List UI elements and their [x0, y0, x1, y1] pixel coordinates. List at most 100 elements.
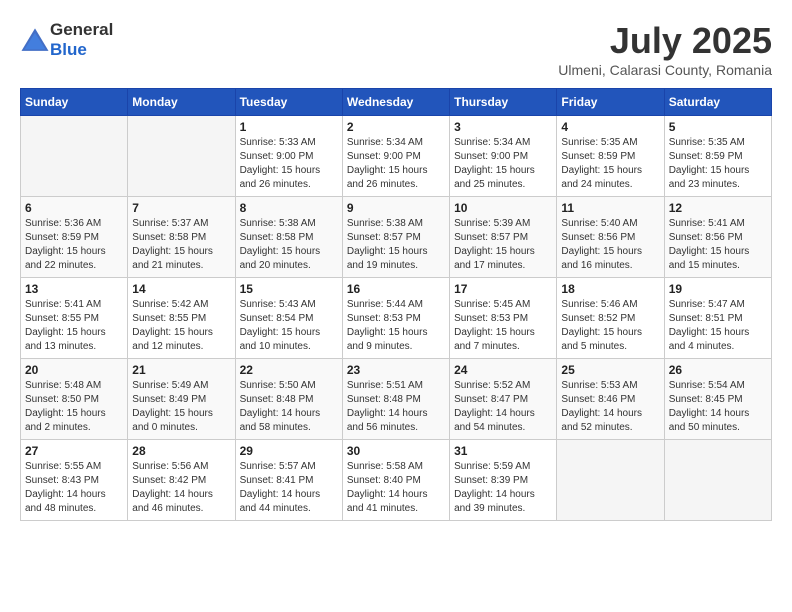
logo: General Blue — [20, 20, 113, 60]
day-detail: Sunrise: 5:51 AM Sunset: 8:48 PM Dayligh… — [347, 379, 445, 435]
day-detail: Sunrise: 5:35 AM Sunset: 8:59 PM Dayligh… — [669, 136, 767, 192]
calendar-cell: 24 Sunrise: 5:52 AM Sunset: 8:47 PM Dayli… — [450, 359, 557, 440]
calendar-cell: 19 Sunrise: 5:47 AM Sunset: 8:51 PM Dayli… — [664, 278, 771, 359]
calendar-cell: 10 Sunrise: 5:39 AM Sunset: 8:57 PM Dayli… — [450, 197, 557, 278]
day-number: 15 — [240, 282, 338, 296]
day-number: 13 — [25, 282, 123, 296]
day-number: 24 — [454, 363, 552, 377]
day-detail: Sunrise: 5:35 AM Sunset: 8:59 PM Dayligh… — [561, 136, 659, 192]
day-number: 8 — [240, 201, 338, 215]
day-detail: Sunrise: 5:44 AM Sunset: 8:53 PM Dayligh… — [347, 298, 445, 354]
day-number: 26 — [669, 363, 767, 377]
day-number: 7 — [132, 201, 230, 215]
day-header-tuesday: Tuesday — [235, 89, 342, 116]
day-detail: Sunrise: 5:34 AM Sunset: 9:00 PM Dayligh… — [347, 136, 445, 192]
day-detail: Sunrise: 5:48 AM Sunset: 8:50 PM Dayligh… — [25, 379, 123, 435]
day-number: 25 — [561, 363, 659, 377]
calendar-cell: 4 Sunrise: 5:35 AM Sunset: 8:59 PM Daylig… — [557, 116, 664, 197]
day-detail: Sunrise: 5:40 AM Sunset: 8:56 PM Dayligh… — [561, 217, 659, 273]
calendar-cell: 29 Sunrise: 5:57 AM Sunset: 8:41 PM Dayli… — [235, 440, 342, 521]
day-number: 12 — [669, 201, 767, 215]
day-number: 9 — [347, 201, 445, 215]
day-detail: Sunrise: 5:56 AM Sunset: 8:42 PM Dayligh… — [132, 460, 230, 516]
calendar-cell: 28 Sunrise: 5:56 AM Sunset: 8:42 PM Dayli… — [128, 440, 235, 521]
calendar-cell: 31Sunrise: 5:59 AM Sunset: 8:39 PM Dayli… — [450, 440, 557, 521]
month-title: July 2025 — [558, 20, 772, 62]
day-detail: Sunrise: 5:49 AM Sunset: 8:49 PM Dayligh… — [132, 379, 230, 435]
day-number: 10 — [454, 201, 552, 215]
calendar-cell: 11 Sunrise: 5:40 AM Sunset: 8:56 PM Dayli… — [557, 197, 664, 278]
calendar-cell: 18 Sunrise: 5:46 AM Sunset: 8:52 PM Dayli… — [557, 278, 664, 359]
calendar-cell: 26Sunrise: 5:54 AM Sunset: 8:45 PM Dayli… — [664, 359, 771, 440]
calendar-cell: 20Sunrise: 5:48 AM Sunset: 8:50 PM Dayli… — [21, 359, 128, 440]
calendar-header-row: SundayMondayTuesdayWednesdayThursdayFrid… — [21, 89, 772, 116]
calendar-cell: 5 Sunrise: 5:35 AM Sunset: 8:59 PM Daylig… — [664, 116, 771, 197]
calendar-cell: 9 Sunrise: 5:38 AM Sunset: 8:57 PM Daylig… — [342, 197, 449, 278]
calendar-cell: 14 Sunrise: 5:42 AM Sunset: 8:55 PM Dayli… — [128, 278, 235, 359]
calendar-cell: 16 Sunrise: 5:44 AM Sunset: 8:53 PM Dayli… — [342, 278, 449, 359]
calendar-cell: 30Sunrise: 5:58 AM Sunset: 8:40 PM Dayli… — [342, 440, 449, 521]
location-title: Ulmeni, Calarasi County, Romania — [558, 62, 772, 78]
calendar-cell: 15 Sunrise: 5:43 AM Sunset: 8:54 PM Dayli… — [235, 278, 342, 359]
calendar-cell — [21, 116, 128, 197]
title-block: July 2025 Ulmeni, Calarasi County, Roman… — [558, 20, 772, 78]
day-number: 16 — [347, 282, 445, 296]
calendar-week-4: 20Sunrise: 5:48 AM Sunset: 8:50 PM Dayli… — [21, 359, 772, 440]
day-header-thursday: Thursday — [450, 89, 557, 116]
day-detail: Sunrise: 5:53 AM Sunset: 8:46 PM Dayligh… — [561, 379, 659, 435]
day-detail: Sunrise: 5:39 AM Sunset: 8:57 PM Dayligh… — [454, 217, 552, 273]
day-detail: Sunrise: 5:46 AM Sunset: 8:52 PM Dayligh… — [561, 298, 659, 354]
day-header-saturday: Saturday — [664, 89, 771, 116]
day-detail: Sunrise: 5:43 AM Sunset: 8:54 PM Dayligh… — [240, 298, 338, 354]
day-number: 4 — [561, 120, 659, 134]
calendar-cell: 23 Sunrise: 5:51 AM Sunset: 8:48 PM Dayli… — [342, 359, 449, 440]
calendar-cell: 3Sunrise: 5:34 AM Sunset: 9:00 PM Daylig… — [450, 116, 557, 197]
calendar-week-2: 6Sunrise: 5:36 AM Sunset: 8:59 PM Daylig… — [21, 197, 772, 278]
day-detail: Sunrise: 5:47 AM Sunset: 8:51 PM Dayligh… — [669, 298, 767, 354]
day-number: 23 — [347, 363, 445, 377]
day-number: 1 — [240, 120, 338, 134]
day-detail: Sunrise: 5:50 AM Sunset: 8:48 PM Dayligh… — [240, 379, 338, 435]
day-number: 5 — [669, 120, 767, 134]
calendar-cell: 13 Sunrise: 5:41 AM Sunset: 8:55 PM Dayli… — [21, 278, 128, 359]
calendar-week-5: 27Sunrise: 5:55 AM Sunset: 8:43 PM Dayli… — [21, 440, 772, 521]
day-detail: Sunrise: 5:45 AM Sunset: 8:53 PM Dayligh… — [454, 298, 552, 354]
day-detail: Sunrise: 5:57 AM Sunset: 8:41 PM Dayligh… — [240, 460, 338, 516]
day-number: 28 — [132, 444, 230, 458]
day-number: 18 — [561, 282, 659, 296]
calendar-cell: 2 Sunrise: 5:34 AM Sunset: 9:00 PM Daylig… — [342, 116, 449, 197]
day-detail: Sunrise: 5:42 AM Sunset: 8:55 PM Dayligh… — [132, 298, 230, 354]
day-detail: Sunrise: 5:36 AM Sunset: 8:59 PM Dayligh… — [25, 217, 123, 273]
day-number: 2 — [347, 120, 445, 134]
day-detail: Sunrise: 5:38 AM Sunset: 8:58 PM Dayligh… — [240, 217, 338, 273]
day-number: 27 — [25, 444, 123, 458]
day-header-friday: Friday — [557, 89, 664, 116]
day-header-monday: Monday — [128, 89, 235, 116]
day-detail: Sunrise: 5:41 AM Sunset: 8:55 PM Dayligh… — [25, 298, 123, 354]
day-number: 17 — [454, 282, 552, 296]
day-number: 14 — [132, 282, 230, 296]
calendar-cell: 27Sunrise: 5:55 AM Sunset: 8:43 PM Dayli… — [21, 440, 128, 521]
calendar-cell: 21 Sunrise: 5:49 AM Sunset: 8:49 PM Dayli… — [128, 359, 235, 440]
day-detail: Sunrise: 5:59 AM Sunset: 8:39 PM Dayligh… — [454, 460, 552, 516]
day-number: 21 — [132, 363, 230, 377]
day-detail: Sunrise: 5:41 AM Sunset: 8:56 PM Dayligh… — [669, 217, 767, 273]
calendar-cell — [557, 440, 664, 521]
day-number: 19 — [669, 282, 767, 296]
logo-blue: Blue — [50, 40, 87, 59]
day-number: 30 — [347, 444, 445, 458]
day-detail: Sunrise: 5:52 AM Sunset: 8:47 PM Dayligh… — [454, 379, 552, 435]
calendar-cell: 22Sunrise: 5:50 AM Sunset: 8:48 PM Dayli… — [235, 359, 342, 440]
calendar-table: SundayMondayTuesdayWednesdayThursdayFrid… — [20, 88, 772, 521]
page-header: General Blue July 2025 Ulmeni, Calarasi … — [20, 20, 772, 78]
calendar-cell — [128, 116, 235, 197]
day-number: 29 — [240, 444, 338, 458]
day-detail: Sunrise: 5:38 AM Sunset: 8:57 PM Dayligh… — [347, 217, 445, 273]
logo-general: General — [50, 20, 113, 39]
calendar-cell: 17 Sunrise: 5:45 AM Sunset: 8:53 PM Dayli… — [450, 278, 557, 359]
day-detail: Sunrise: 5:33 AM Sunset: 9:00 PM Dayligh… — [240, 136, 338, 192]
day-detail: Sunrise: 5:37 AM Sunset: 8:58 PM Dayligh… — [132, 217, 230, 273]
calendar-cell: 8 Sunrise: 5:38 AM Sunset: 8:58 PM Daylig… — [235, 197, 342, 278]
day-number: 11 — [561, 201, 659, 215]
calendar-week-1: 1 Sunrise: 5:33 AM Sunset: 9:00 PM Daylig… — [21, 116, 772, 197]
